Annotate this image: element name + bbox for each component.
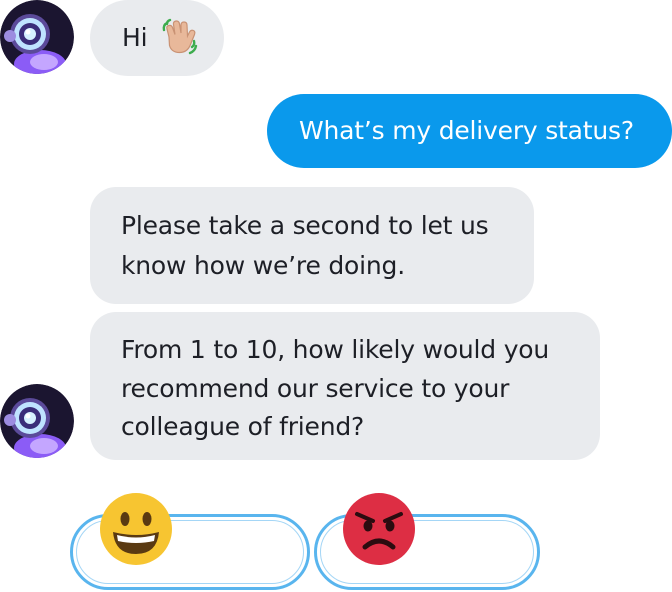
message-text: What’s my delivery status? xyxy=(299,116,634,145)
angry-face-icon[interactable] xyxy=(342,492,416,566)
robot-avatar-icon xyxy=(0,384,74,458)
message-text: From 1 to 10, how likely would you recom… xyxy=(121,335,550,441)
robot-avatar-icon xyxy=(0,0,74,74)
message-text: Hi xyxy=(122,23,148,52)
message-bubble-nps-question: From 1 to 10, how likely would you recom… xyxy=(90,312,600,460)
message-bubble-user: What’s my delivery status? xyxy=(267,94,672,168)
grinning-face-icon[interactable] xyxy=(99,492,173,566)
waving-hand-icon xyxy=(157,17,199,59)
message-bubble-feedback-request: Please take a second to let us know how … xyxy=(90,187,534,304)
bot-avatar xyxy=(0,0,74,74)
bot-avatar xyxy=(0,384,74,458)
message-bubble-greeting: Hi xyxy=(90,0,224,76)
message-text: Please take a second to let us know how … xyxy=(121,211,489,280)
